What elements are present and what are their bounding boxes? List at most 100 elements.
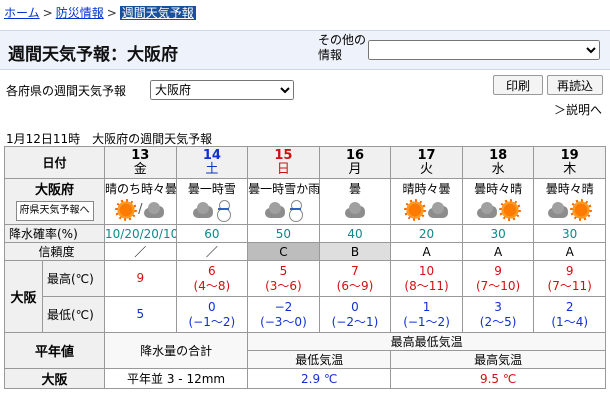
max-temp-range: (8〜11) [404,278,449,293]
pop-cell: 30 [533,224,606,243]
sunny-icon [498,198,521,221]
max-temp-value: 9 [565,263,574,278]
max-temp-row: 大阪 最高(℃) 9 6 (4〜8) 5 (3〜6) 7 (6〜9) 10 (8〜11) 9 (7〜… [4,260,606,333]
sunny-icon [115,198,138,221]
date-number: 16 [345,147,365,163]
max-temp-cell: 6 (4〜8) [175,260,249,297]
prefecture-select[interactable]: 大阪府 [150,80,294,100]
slash-separator: / [138,202,143,217]
min-temp-row: 最低(℃) 5 0 (−1〜2) −2 (−3〜0) 0 (−2〜1) 1 (−1〜2) 3 (2〜… [5,296,606,333]
weather-cell: 曇一時雪 [175,178,249,225]
pop-cell: 20 [390,224,463,243]
max-temp-value: 6 [208,263,216,278]
min-temp-value: 5 [136,307,145,321]
pop-row: 降水確率(%) 10/20/20/10 60 50 40 20 30 30 [3,224,606,243]
min-temp-cell: 0 (−2〜1) [318,296,392,333]
page-title: 週間天気予報：大阪府 [8,45,178,65]
breadcrumb-current[interactable]: 週間天気予報 [119,6,196,20]
max-temp-cell: 5 (3〜6) [247,260,320,297]
print-button[interactable]: 印刷 [493,75,543,95]
normals-value-row: 大阪 平年並 3 - 12mm 2.9 ℃ 9.5 ℃ [3,368,606,389]
date-number: 15 [274,147,293,163]
issued-time: 1月12日11時 大阪府の週間天気予報 [6,132,213,146]
pop-cell: 10/20/20/10 [104,224,177,243]
reliability-cell: A [533,242,606,261]
max-temp-cell: 10 (8〜11) [390,260,463,297]
max-temp-range: (4〜8) [193,278,231,293]
reload-button[interactable]: 再読込 [547,75,603,95]
date-number: 14 [202,147,221,163]
breadcrumb-disaster-link[interactable]: 防災情報 [56,6,104,20]
max-temp-cell: 7 (6〜9) [318,260,392,297]
date-row: 日付 13 金 14 土 15 日 16 月 17 火 18 水 19 木 [3,146,606,179]
normals-min-value: 2.9 ℃ [247,368,392,389]
min-temp-value: 2 [565,299,574,314]
date-cell: 15 日 [247,146,320,179]
breadcrumb-home-link[interactable]: ホーム [4,6,40,20]
weather-cell: 曇 [318,178,392,225]
date-number: 17 [417,147,436,163]
weather-text: 晴のち時々曇 [105,181,177,196]
cloudy-icon [427,201,449,218]
weather-icons [320,197,390,223]
normals-max-value: 9.5 ℃ [390,368,606,389]
reliability-cell: C [247,242,320,261]
min-temp-range: (1〜4) [551,314,589,329]
reliability-label: 信頼度 [3,242,106,261]
reliability-cell: B [318,242,392,261]
weather-icons [392,197,462,223]
max-temp-cell: 9 (7〜10) [461,260,535,297]
cloudy-icon [264,201,286,218]
min-temp-value: 1 [422,299,431,314]
max-temp-value: 10 [418,263,435,278]
sunny-icon [570,198,593,221]
max-temp-value: 7 [351,263,359,278]
date-number: 18 [489,147,508,163]
date-cell: 19 木 [533,146,606,179]
date-cell: 18 水 [461,146,535,179]
reliability-cell: A [390,242,463,261]
min-temp-range: (2〜5) [479,314,517,329]
reliability-cell: ／ [175,242,249,261]
pref-forecast-button[interactable]: 府県天気予報へ [15,200,94,221]
pop-cell: 30 [461,224,535,243]
weather-row: 大阪府 府県天気予報へ 晴のち時々曇 / 曇一時雪 曇一時雪か雨 曇 晴時々曇 曇時々晴 曇時… [3,178,606,225]
weather-cell: 晴時々曇 [390,178,463,225]
max-temp-label: 最高(℃) [41,260,106,297]
area-name: 大阪 [4,260,43,333]
max-temp-range: (6〜9) [336,278,374,293]
day-of-week: 日 [276,161,290,177]
snowman-icon [287,199,303,222]
min-temp-cell: 3 (2〜5) [461,296,535,333]
day-of-week: 水 [491,161,505,177]
cloudy-icon [547,201,569,218]
sunny-icon [404,198,427,221]
weather-icons [463,197,533,223]
min-temp-range: (−1〜2) [403,314,450,329]
max-temp-range: (7〜10) [475,278,521,293]
min-temp-cell: 2 (1〜4) [533,296,606,333]
weather-text: 曇一時雪 [187,181,236,196]
other-info-select[interactable] [368,40,600,60]
weather-text: 曇時々晴 [545,181,594,196]
min-temp-cell: 0 (−1〜2) [175,296,249,333]
normals-min-label: 最低気温 [247,350,392,369]
min-temp-range: (−1〜2) [188,314,236,329]
help-link[interactable]: ＞説明へ [554,103,602,117]
min-temp-value: 3 [494,299,502,314]
min-temp-cell: −2 (−3〜0) [247,296,320,333]
pref-cell: 大阪府 府県天気予報へ [3,178,106,225]
date-cell: 13 金 [104,146,177,179]
day-of-week: 金 [133,161,147,177]
min-temp-range: (−2〜1) [331,314,379,329]
other-info-label: その他の情報 [318,33,367,62]
reliability-cell: A [461,242,535,261]
max-temp-cell: 9 (7〜11) [533,260,606,297]
weather-icons [177,197,247,223]
pop-cell: 40 [318,224,392,243]
pref-name: 大阪府 [35,182,75,198]
weather-icons [535,197,605,223]
max-temp-range: (7〜11) [547,278,592,293]
page-header: 週間天気予報：大阪府 その他の情報 [0,30,610,70]
weather-text: 晴時々曇 [402,181,451,196]
